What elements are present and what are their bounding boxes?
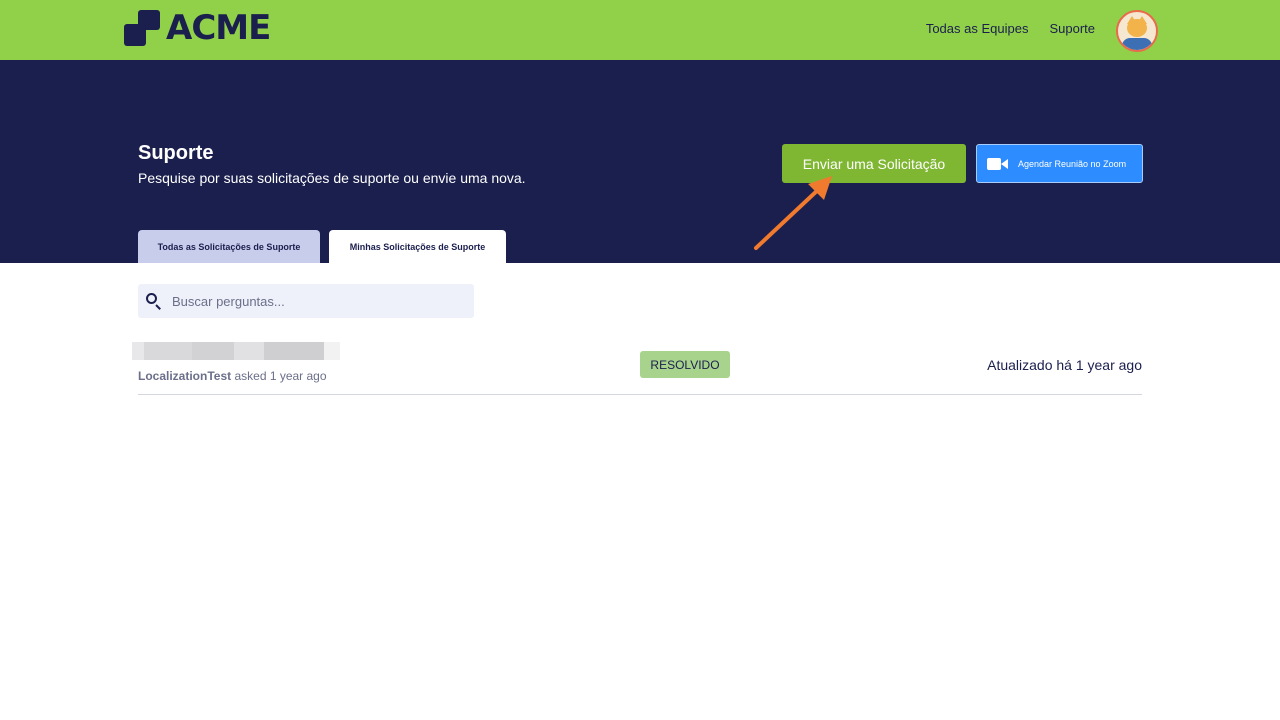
schedule-zoom-button[interactable]: Agendar Reunião no Zoom — [976, 144, 1143, 183]
search-bar — [138, 284, 474, 318]
acme-logo[interactable]: ACME — [124, 8, 271, 48]
redacted-request-title[interactable] — [132, 342, 340, 360]
page-subtitle: Pesquise por suas solicitações de suport… — [138, 170, 526, 186]
tab-all-requests[interactable]: Todas as Solicitações de Suporte — [138, 230, 320, 263]
logo-mark-icon — [124, 10, 160, 46]
page-title: Suporte — [138, 142, 214, 164]
video-camera-icon — [987, 157, 1009, 170]
search-icon — [146, 293, 162, 310]
request-updated-time: Atualizado há 1 year ago — [987, 357, 1142, 373]
request-meta: LocalizationTest asked 1 year ago — [138, 369, 327, 383]
search-input[interactable] — [172, 293, 462, 309]
nav-link-support[interactable]: Suporte — [1049, 21, 1095, 36]
request-asked-time: asked 1 year ago — [234, 369, 327, 383]
header-nav: Todas as Equipes Suporte — [926, 21, 1095, 36]
submit-request-button[interactable]: Enviar uma Solicitação — [782, 144, 966, 183]
tab-my-requests[interactable]: Minhas Solicitações de Suporte — [329, 230, 506, 263]
request-author[interactable]: LocalizationTest — [138, 369, 231, 383]
logo-text: ACME — [166, 8, 271, 48]
schedule-zoom-label: Agendar Reunião no Zoom — [1018, 158, 1127, 169]
user-avatar[interactable] — [1116, 10, 1158, 52]
status-badge: RESOLVIDO — [640, 351, 730, 378]
nav-link-all-teams[interactable]: Todas as Equipes — [926, 21, 1029, 36]
request-row: LocalizationTest asked 1 year ago RESOLV… — [132, 338, 1142, 395]
support-hero: Suporte Pesquise por suas solicitações d… — [0, 60, 1280, 263]
top-navigation-bar: ACME Todas as Equipes Suporte — [0, 0, 1280, 60]
